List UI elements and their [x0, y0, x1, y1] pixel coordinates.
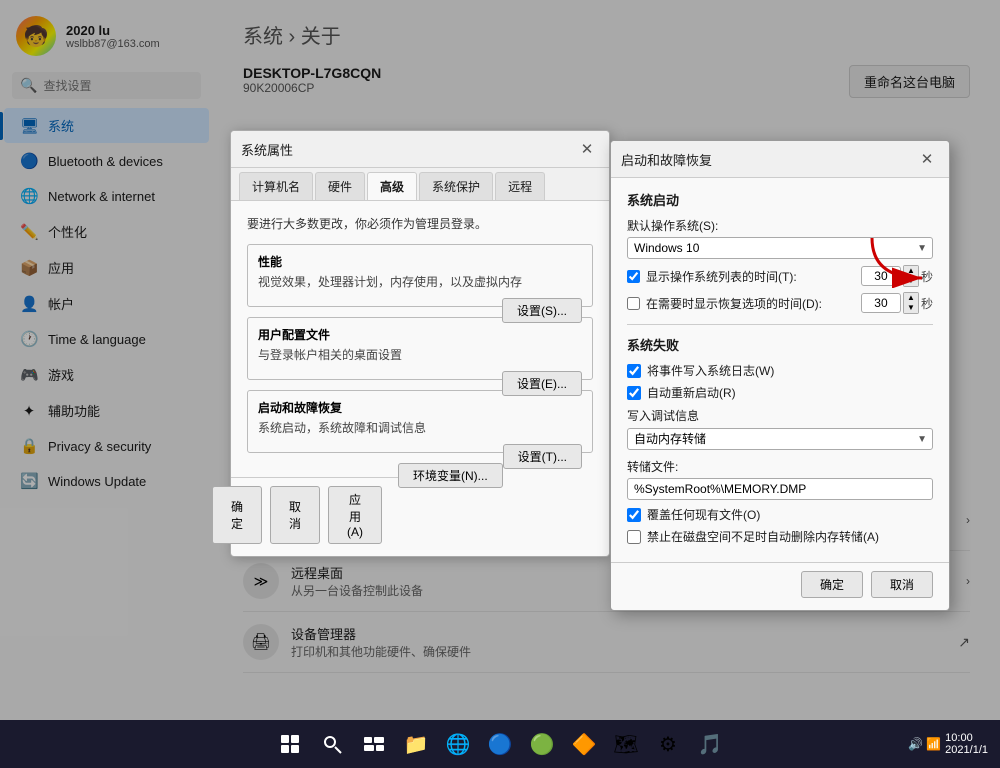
default-os-row: 默认操作系统(S): Windows 10 ▼ [627, 217, 933, 259]
start-button[interactable] [272, 726, 308, 762]
startup-desc: 系统启动，系统故障和调试信息 [258, 419, 582, 436]
auto-restart-row: 自动重新启动(R) [627, 384, 933, 401]
sysprop-dialog: 系统属性 ✕ 计算机名 硬件 高级 系统保护 远程 要进行大多数更改，你必须作为… [230, 130, 610, 557]
startup-footer: 确定 取消 [611, 562, 949, 610]
perf-desc: 视觉效果，处理器计划，内存使用，以及虚拟内存 [258, 273, 582, 290]
show-recovery-label: 在需要时显示恢复选项的时间(D): [646, 295, 861, 312]
sysprop-ok-button[interactable]: 确定 [212, 486, 262, 544]
show-list-spin-down[interactable]: ▼ [904, 276, 918, 286]
clock: 10:002021/1/1 [945, 732, 988, 756]
show-list-checkbox[interactable] [627, 270, 640, 283]
system-startup-label: 系统启动 [627, 190, 933, 209]
app4-button[interactable]: 🗺 [608, 726, 644, 762]
show-list-spin-up[interactable]: ▲ [904, 266, 918, 276]
sysprop-footer: 确定 取消 应用(A) [231, 477, 398, 556]
startup-dialog-title: 启动和故障恢复 [621, 150, 712, 169]
disable-low-space-row: 禁止在磁盘空间不足时自动删除内存转储(A) [627, 528, 933, 545]
settings-taskbar-button[interactable]: ⚙ [650, 726, 686, 762]
sysprop-apply-button[interactable]: 应用(A) [328, 486, 382, 544]
debug-select[interactable]: 自动内存转储 核心内存转储 完全内存转储 小内存转储 [627, 428, 933, 450]
startup-settings-button[interactable]: 设置(T)... [503, 444, 582, 469]
startup-body: 系统启动 默认操作系统(S): Windows 10 ▼ 显示操作系统列表的时间… [611, 178, 949, 562]
system-tray: 🔊 📶 [908, 737, 941, 751]
tab-protection[interactable]: 系统保护 [419, 172, 493, 200]
show-recovery-spin: ▲ ▼ [903, 292, 919, 314]
show-list-seconds-input[interactable] [861, 266, 901, 286]
sysprop-intro: 要进行大多数更改，你必须作为管理员登录。 [247, 215, 593, 232]
taskbar-right: 🔊 📶 10:002021/1/1 [908, 732, 988, 756]
show-list-unit: 秒 [921, 268, 933, 285]
userprofile-title: 用户配置文件 [258, 326, 582, 343]
startup-titlebar: 启动和故障恢复 ✕ [611, 141, 949, 178]
perf-settings-button[interactable]: 设置(S)... [502, 298, 582, 323]
overwrite-row: 覆盖任何现有文件(O) [627, 506, 933, 523]
tab-remote[interactable]: 远程 [495, 172, 545, 200]
taskview-button[interactable] [356, 726, 392, 762]
show-recovery-checkbox[interactable] [627, 297, 640, 310]
search-taskbar-button[interactable] [314, 726, 350, 762]
env-variables-button[interactable]: 环境变量(N)... [398, 463, 503, 488]
write-event-row: 将事件写入系统日志(W) [627, 362, 933, 379]
debug-select-wrapper: 自动内存转储 核心内存转储 完全内存转储 小内存转储 ▼ [627, 428, 933, 450]
tab-computername[interactable]: 计算机名 [239, 172, 313, 200]
show-list-label: 显示操作系统列表的时间(T): [646, 268, 861, 285]
show-list-row: 显示操作系统列表的时间(T): ▲ ▼ 秒 [627, 265, 933, 287]
auto-restart-checkbox[interactable] [627, 386, 641, 400]
auto-restart-label: 自动重新启动(R) [647, 384, 736, 401]
overwrite-label: 覆盖任何现有文件(O) [647, 506, 760, 523]
default-os-select-wrapper: Windows 10 ▼ [627, 237, 933, 259]
taskbar: 📁 🌐 🔵 🟢 🔶 🗺 ⚙ 🎵 🔊 📶 10:002021/1/1 [0, 720, 1000, 768]
startup-cancel-button[interactable]: 取消 [871, 571, 933, 598]
show-list-time-input: ▲ ▼ 秒 [861, 265, 933, 287]
chrome-button[interactable]: 🌐 [440, 726, 476, 762]
startup-section: 启动和故障恢复 系统启动，系统故障和调试信息 设置(T)... [247, 390, 593, 453]
show-recovery-row: 在需要时显示恢复选项的时间(D): ▲ ▼ 秒 [627, 292, 933, 314]
sysprop-tabs: 计算机名 硬件 高级 系统保护 远程 [231, 168, 609, 201]
write-event-checkbox[interactable] [627, 364, 641, 378]
explorer-button[interactable]: 📁 [398, 726, 434, 762]
show-recovery-spin-up[interactable]: ▲ [904, 293, 918, 303]
perf-section: 性能 视觉效果，处理器计划，内存使用，以及虚拟内存 设置(S)... [247, 244, 593, 307]
main-area: 🧒 2020 lu wslbb87@163.com 🔍 🖥 系统 [0, 0, 1000, 720]
debug-info-label: 写入调试信息 [627, 407, 933, 424]
userprofile-desc: 与登录帐户相关的桌面设置 [258, 346, 582, 363]
write-event-label: 将事件写入系统日志(W) [647, 362, 774, 379]
sysprop-close-button[interactable]: ✕ [575, 137, 599, 161]
dump-file-input[interactable]: %SystemRoot%\MEMORY.DMP [627, 478, 933, 500]
startup-dialog: 启动和故障恢复 ✕ 系统启动 默认操作系统(S): Windows 10 ▼ [610, 140, 950, 611]
overwrite-checkbox[interactable] [627, 508, 641, 522]
dump-file-label: 转储文件: [627, 458, 933, 475]
sysprop-title: 系统属性 [241, 140, 293, 159]
startup-ok-button[interactable]: 确定 [801, 571, 863, 598]
settings-window: ⚙ 设置 – □ ✕ 🧒 2020 lu wslbb87@163.com 🔍 [0, 0, 1000, 720]
system-failure-label: 系统失败 [627, 335, 933, 354]
sysprop-titlebar: 系统属性 ✕ [231, 131, 609, 168]
app2-button[interactable]: 🟢 [524, 726, 560, 762]
userprofile-section: 用户配置文件 与登录帐户相关的桌面设置 设置(E)... [247, 317, 593, 380]
startup-title: 启动和故障恢复 [258, 399, 582, 416]
default-os-label: 默认操作系统(S): [627, 217, 933, 234]
disable-low-space-label: 禁止在磁盘空间不足时自动删除内存转储(A) [647, 528, 879, 545]
show-recovery-unit: 秒 [921, 295, 933, 312]
app3-button[interactable]: 🔶 [566, 726, 602, 762]
userprofile-settings-button[interactable]: 设置(E)... [502, 371, 582, 396]
app5-button[interactable]: 🎵 [692, 726, 728, 762]
show-recovery-spin-down[interactable]: ▼ [904, 303, 918, 313]
show-list-spin: ▲ ▼ [903, 265, 919, 287]
show-recovery-time-input: ▲ ▼ 秒 [861, 292, 933, 314]
tab-hardware[interactable]: 硬件 [315, 172, 365, 200]
show-recovery-seconds-input[interactable] [861, 293, 901, 313]
sysprop-cancel-button[interactable]: 取消 [270, 486, 320, 544]
sysprop-body: 要进行大多数更改，你必须作为管理员登录。 性能 视觉效果，处理器计划，内存使用，… [231, 201, 609, 477]
default-os-select[interactable]: Windows 10 [627, 237, 933, 259]
perf-title: 性能 [258, 253, 582, 270]
tab-advanced[interactable]: 高级 [367, 172, 417, 200]
app1-button[interactable]: 🔵 [482, 726, 518, 762]
startup-close-button[interactable]: ✕ [915, 147, 939, 171]
disable-low-space-checkbox[interactable] [627, 530, 641, 544]
